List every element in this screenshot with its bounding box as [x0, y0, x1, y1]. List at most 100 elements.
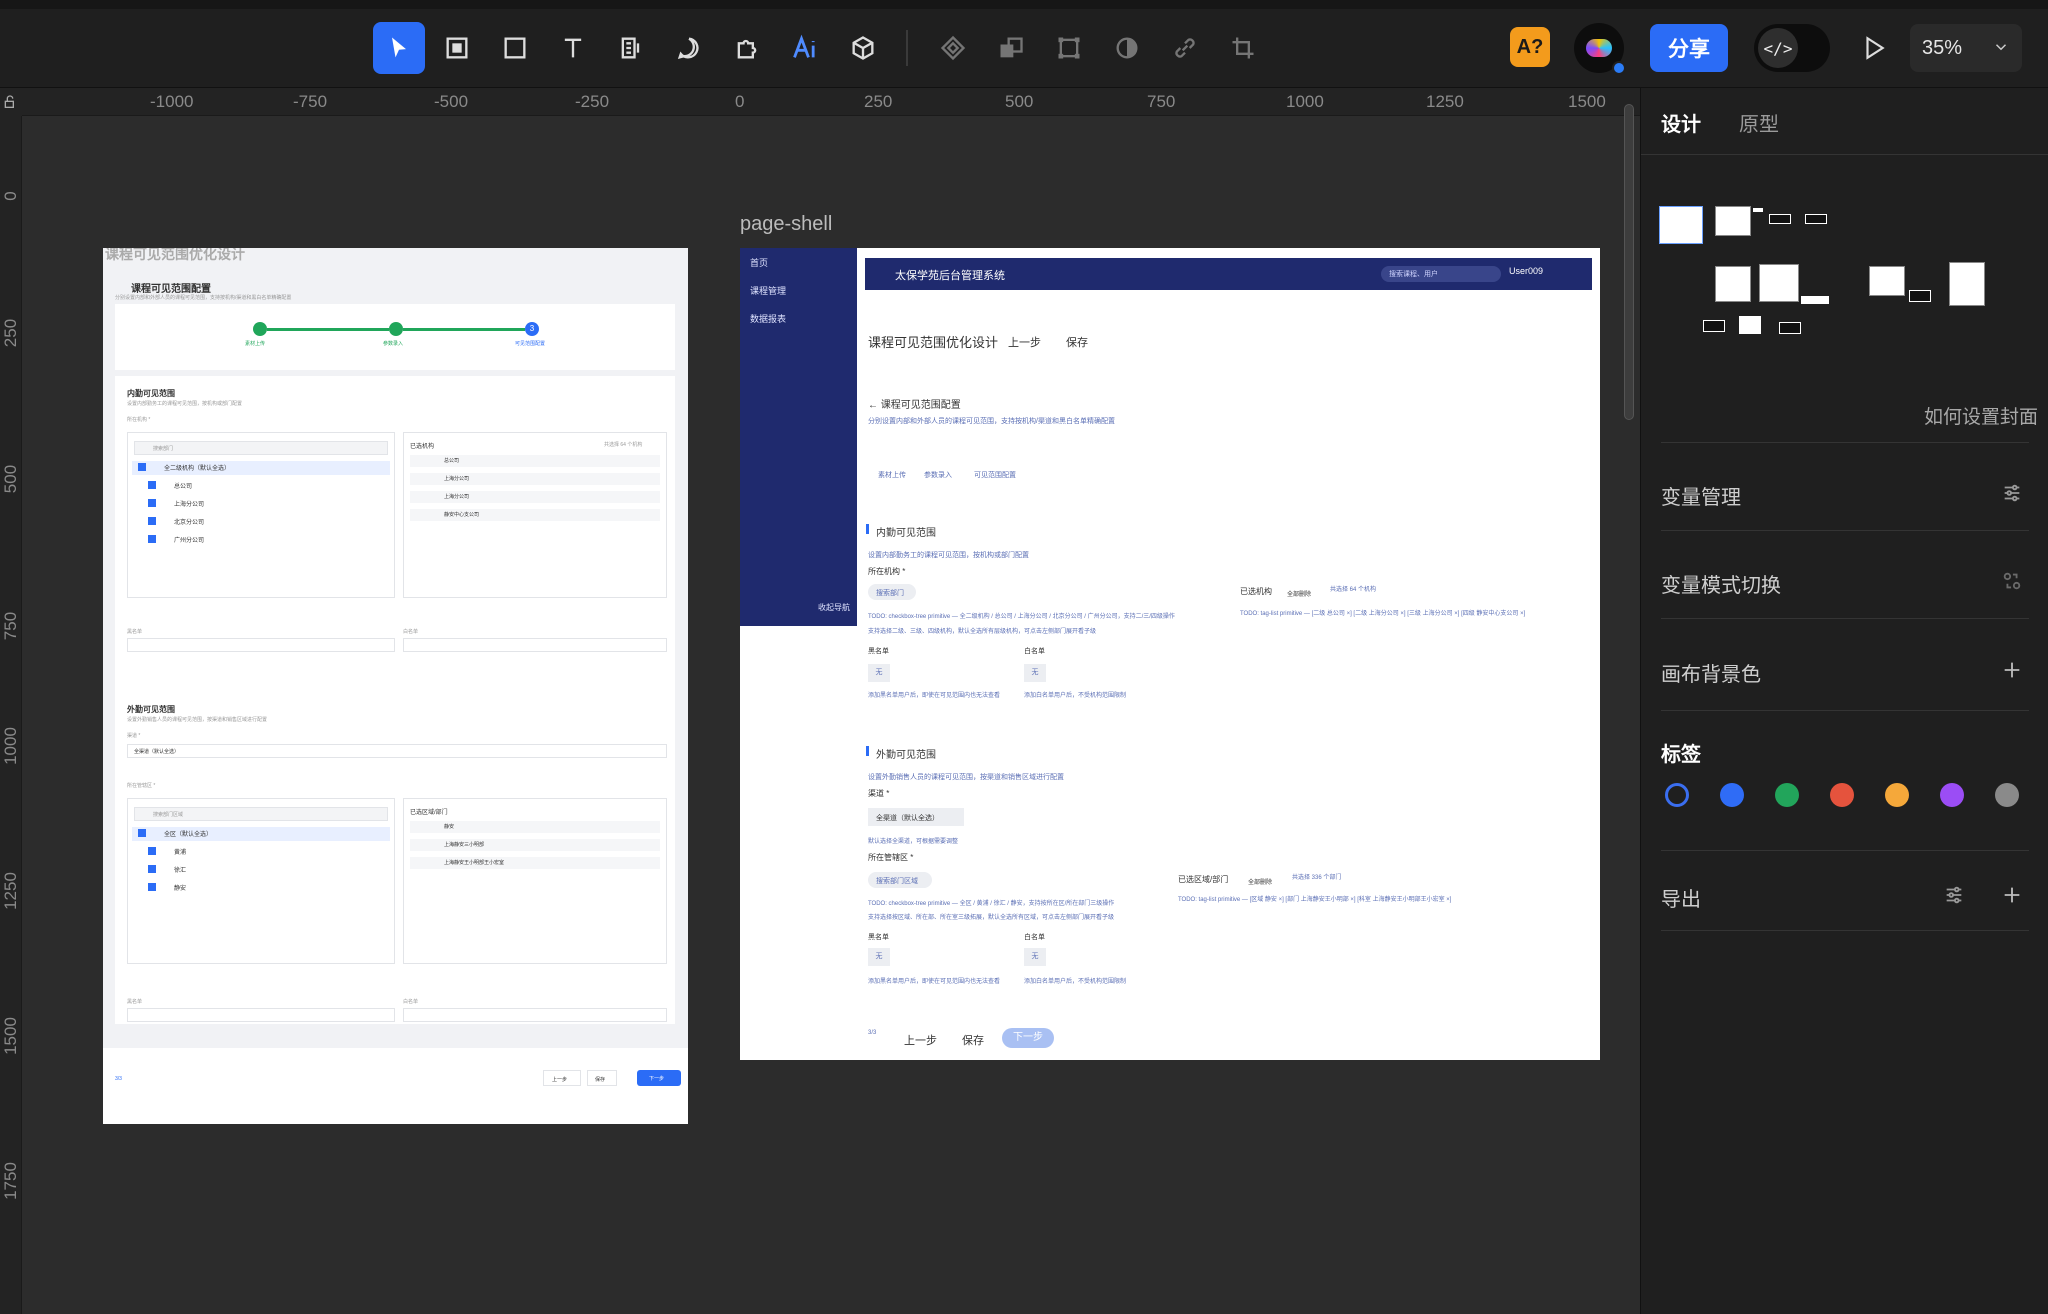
- select-all-link[interactable]: 全部删除: [1287, 589, 1311, 598]
- swap-icon[interactable]: [2001, 570, 2023, 592]
- header-search[interactable]: 搜索课程、用户: [1381, 266, 1501, 282]
- frame-label[interactable]: page-shell: [740, 213, 832, 236]
- checkbox-icon[interactable]: [148, 847, 156, 855]
- ai-tool-button[interactable]: [779, 22, 831, 74]
- tree-item[interactable]: 全区（默认全选）: [164, 829, 212, 838]
- rectangle-tool-button[interactable]: [489, 22, 541, 74]
- user-menu[interactable]: User009: [1509, 266, 1543, 276]
- tab-prototype[interactable]: 原型: [1739, 108, 1779, 137]
- tag-color-green[interactable]: [1775, 783, 1799, 807]
- 3d-tool-button[interactable]: [837, 22, 889, 74]
- tab-design[interactable]: 设计: [1661, 108, 1701, 137]
- checkbox-icon[interactable]: [148, 481, 156, 489]
- canvas-minimap[interactable]: [1659, 206, 2029, 396]
- component-tool-button[interactable]: [927, 22, 979, 74]
- link-tool-button[interactable]: [1159, 22, 1211, 74]
- checkbox-icon[interactable]: [148, 499, 156, 507]
- save-button[interactable]: 保存: [587, 1070, 617, 1086]
- tag-color-blue[interactable]: [1720, 783, 1744, 807]
- crop-tool-button[interactable]: [1217, 22, 1269, 74]
- canvas-bg-title[interactable]: 画布背景色: [1661, 658, 1761, 687]
- tree-item[interactable]: 总公司: [174, 481, 192, 490]
- tree-item[interactable]: 徐汇: [174, 865, 186, 874]
- design-canvas[interactable]: -1000 -750 -500 -250 0 250 500 750 1000 …: [0, 88, 1640, 1314]
- tag-color-gray[interactable]: [1995, 783, 2019, 807]
- checkbox-icon[interactable]: [148, 883, 156, 891]
- tag-color-orange[interactable]: [1885, 783, 1909, 807]
- user-avatar[interactable]: [1574, 23, 1626, 75]
- search-dept-input[interactable]: 搜索部门: [868, 584, 916, 600]
- checkbox-icon[interactable]: [148, 517, 156, 525]
- export-title[interactable]: 导出: [1661, 883, 1701, 912]
- checkbox-icon[interactable]: [148, 865, 156, 873]
- frame-course-visibility[interactable]: 课程可见范围优化设计 课程可见范围配置 分别设置内部和外部人员的课程可见范围，支…: [103, 248, 688, 1124]
- minimap-frame[interactable]: [1659, 206, 1703, 244]
- text-block-tool-button[interactable]: [605, 22, 657, 74]
- plugin-tool-button[interactable]: [721, 22, 773, 74]
- checkbox-icon[interactable]: [148, 535, 156, 543]
- whitelist-input[interactable]: [403, 638, 667, 652]
- next-button[interactable]: 下一步: [637, 1070, 681, 1086]
- header-prev-button[interactable]: 上一步: [1008, 334, 1041, 350]
- settings-sliders-icon[interactable]: [2001, 482, 2023, 504]
- variable-mode-title[interactable]: 变量模式切换: [1661, 569, 1781, 598]
- minimap-frame[interactable]: [1739, 316, 1761, 334]
- tag-color-none[interactable]: [1665, 783, 1689, 807]
- mask-tool-button[interactable]: [1101, 22, 1153, 74]
- tree-item[interactable]: 北京分公司: [174, 517, 204, 526]
- tree-item[interactable]: 全二级机构（默认全选）: [164, 463, 230, 472]
- boolean-tool-button[interactable]: [985, 22, 1037, 74]
- ruler-corner[interactable]: [0, 88, 22, 116]
- minimap-frame[interactable]: [1805, 214, 1827, 224]
- minimap-frame[interactable]: [1949, 262, 1985, 306]
- channel-select[interactable]: 全渠道（默认全选）: [127, 744, 667, 758]
- blacklist-input[interactable]: 无: [868, 664, 890, 682]
- ai-assistant-badge[interactable]: A?: [1510, 27, 1550, 67]
- dev-mode-toggle[interactable]: </>: [1754, 24, 1830, 72]
- checkbox-icon[interactable]: [138, 829, 146, 837]
- minimap-frame[interactable]: [1759, 264, 1799, 302]
- minimap-frame[interactable]: [1869, 266, 1905, 296]
- sidebar-item-home[interactable]: 首页: [750, 256, 768, 269]
- prev-button[interactable]: 上一步: [543, 1070, 581, 1086]
- region-select-all[interactable]: 全部删除: [1248, 877, 1272, 886]
- frame-page-shell[interactable]: 首页 课程管理 数据报表 收起导航 太保学苑后台管理系统 搜索课程、用户 Use…: [740, 248, 1600, 1060]
- minimap-frame[interactable]: [1703, 320, 1725, 332]
- whitelist-input[interactable]: 无: [1024, 664, 1046, 682]
- tree-item[interactable]: 上海分公司: [174, 499, 204, 508]
- cover-hint-link[interactable]: 如何设置封面: [1924, 402, 2038, 429]
- canvas-scrollbar[interactable]: [1624, 104, 1634, 420]
- minimap-frame[interactable]: [1715, 206, 1751, 236]
- plus-icon[interactable]: [2001, 884, 2023, 906]
- sidebar-item-courses[interactable]: 课程管理: [750, 284, 786, 297]
- header-save-button[interactable]: 保存: [1066, 334, 1088, 350]
- present-button[interactable]: [1852, 26, 1896, 70]
- channel-select[interactable]: 全渠道（默认全选）: [868, 808, 964, 826]
- tree-item[interactable]: 广州分公司: [174, 535, 204, 544]
- zoom-dropdown[interactable]: 35%: [1910, 24, 2022, 72]
- footer-prev-button[interactable]: 上一步: [904, 1032, 937, 1048]
- share-button[interactable]: 分享: [1650, 24, 1728, 72]
- tree-item[interactable]: 黄浦: [174, 847, 186, 856]
- tree-search[interactable]: 搜索部门区域: [134, 807, 388, 821]
- whitelist-input[interactable]: 无: [1024, 948, 1046, 966]
- blacklist-input[interactable]: [127, 638, 395, 652]
- whitelist-input[interactable]: [403, 1008, 667, 1022]
- collapse-nav-button[interactable]: 收起导航: [818, 602, 850, 613]
- variables-title[interactable]: 变量管理: [1661, 481, 1741, 510]
- blacklist-input[interactable]: 无: [868, 948, 890, 966]
- plus-icon[interactable]: [2001, 659, 2023, 681]
- tree-search[interactable]: 搜索部门: [134, 441, 388, 455]
- tag-color-purple[interactable]: [1940, 783, 1964, 807]
- blacklist-input[interactable]: [127, 1008, 395, 1022]
- minimap-frame[interactable]: [1779, 322, 1801, 334]
- select-tool-button[interactable]: [373, 22, 425, 74]
- transform-tool-button[interactable]: [1043, 22, 1095, 74]
- footer-next-button[interactable]: 下一步: [1002, 1028, 1054, 1048]
- minimap-frame[interactable]: [1715, 266, 1751, 302]
- frame-tool-button[interactable]: [431, 22, 483, 74]
- export-settings-icon[interactable]: [1943, 884, 1965, 906]
- footer-save-button[interactable]: 保存: [962, 1032, 984, 1048]
- minimap-frame[interactable]: [1909, 290, 1931, 302]
- sidebar-item-reports[interactable]: 数据报表: [750, 312, 786, 325]
